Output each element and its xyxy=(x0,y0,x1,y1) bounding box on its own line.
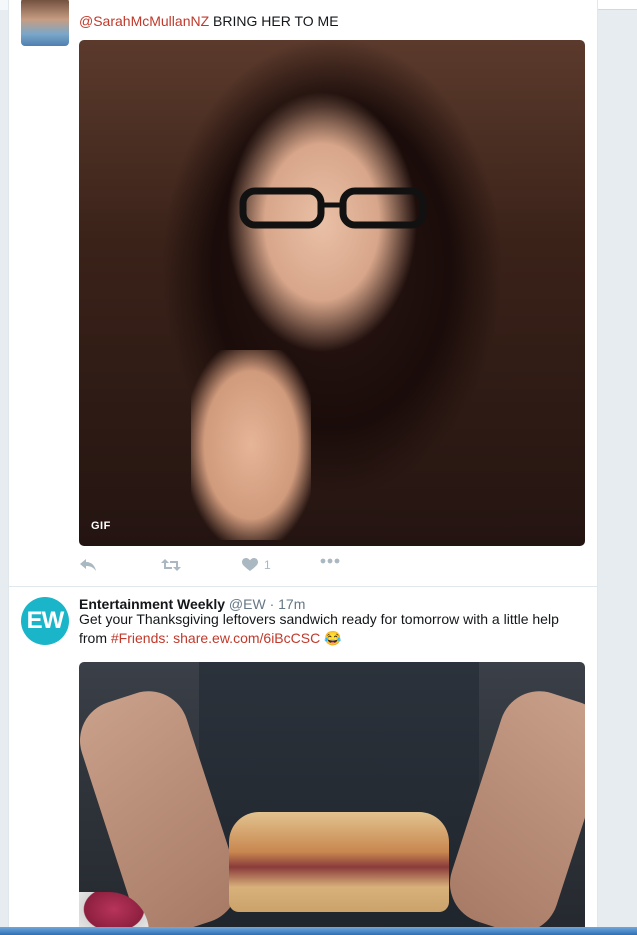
gif-hand-shape xyxy=(191,350,311,540)
retweet-icon xyxy=(161,559,181,571)
gif-badge: GIF xyxy=(91,520,111,532)
right-column xyxy=(597,20,637,935)
like-button[interactable]: 1 xyxy=(242,558,271,572)
timeline: @SarahMcMullanNZ BRING HER TO ME GIF 1 E… xyxy=(8,0,598,935)
mention-link[interactable]: @SarahMcMullanNZ xyxy=(79,13,209,29)
avatar[interactable] xyxy=(21,0,69,46)
like-count: 1 xyxy=(264,558,271,572)
tweet[interactable]: @SarahMcMullanNZ BRING HER TO ME GIF 1 xyxy=(9,0,597,587)
more-icon xyxy=(320,558,340,564)
glasses-shape xyxy=(239,187,427,229)
reply-button[interactable] xyxy=(79,558,97,572)
tweet-text: Get your Thanksgiving leftovers sandwich… xyxy=(79,610,584,648)
tweet-gif[interactable]: GIF xyxy=(79,40,585,546)
tweet[interactable]: EW Entertainment Weekly @EW · 17m Get yo… xyxy=(9,587,597,935)
retweet-button[interactable] xyxy=(161,558,181,572)
hashtag-link[interactable]: #Friends xyxy=(111,630,165,646)
colon-text: : xyxy=(165,630,174,646)
tweet-body: BRING HER TO ME xyxy=(209,13,339,29)
url-link[interactable]: share.ew.com/6iBcCSC xyxy=(173,630,320,646)
tweet-photo[interactable] xyxy=(79,662,585,935)
reply-icon xyxy=(80,559,96,571)
laughing-emoji-icon: 😂 xyxy=(324,630,342,646)
tweet-text: @SarahMcMullanNZ BRING HER TO ME xyxy=(79,12,339,31)
tweet-actions: 1 xyxy=(79,558,579,574)
heart-icon xyxy=(242,558,258,571)
avatar[interactable]: EW xyxy=(21,597,69,645)
photo-sandwich-shape xyxy=(229,812,449,912)
taskbar xyxy=(0,927,637,935)
more-button[interactable] xyxy=(320,558,340,564)
